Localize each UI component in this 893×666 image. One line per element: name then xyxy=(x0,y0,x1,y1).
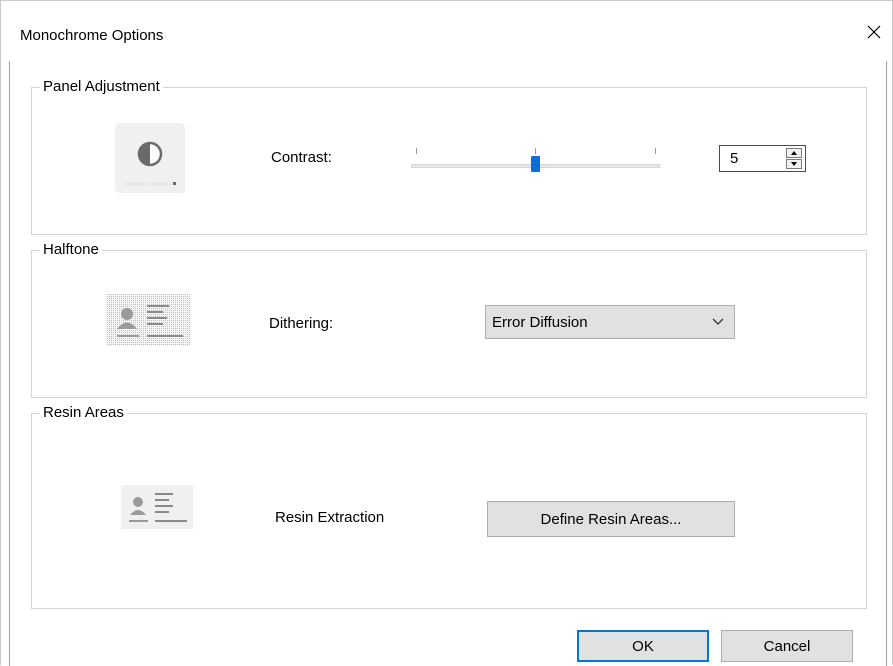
cancel-button[interactable]: Cancel xyxy=(721,630,853,662)
contrast-label: Contrast: xyxy=(271,149,332,166)
halftone-group-label: Halftone xyxy=(40,240,102,260)
slider-thumb[interactable] xyxy=(531,156,540,172)
arrow-up-icon xyxy=(791,151,797,155)
spin-up-button[interactable] xyxy=(786,148,802,158)
contrast-spinbox[interactable]: 5 xyxy=(719,145,806,172)
arrow-down-icon xyxy=(791,162,797,166)
resin-areas-group-label: Resin Areas xyxy=(40,403,127,423)
dialog-title: Monochrome Options xyxy=(20,27,164,44)
panel-adjustment-group-label: Panel Adjustment xyxy=(40,77,163,97)
monochrome-options-dialog: Monochrome Options Panel Adjustment Cont… xyxy=(0,0,893,666)
dithering-selected-value: Error Diffusion xyxy=(492,314,588,331)
slider-tick xyxy=(535,148,536,154)
spin-down-button[interactable] xyxy=(786,159,802,169)
dithering-dropdown[interactable]: Error Diffusion xyxy=(485,305,735,339)
contrast-icon xyxy=(115,123,185,193)
dithering-label: Dithering: xyxy=(269,315,334,332)
contrast-value[interactable]: 5 xyxy=(730,150,738,167)
ok-button[interactable]: OK xyxy=(577,630,709,662)
close-button[interactable] xyxy=(861,17,887,47)
chevron-down-icon xyxy=(712,318,724,325)
slider-tick xyxy=(416,148,417,154)
resin-extraction-label: Resin Extraction xyxy=(275,509,385,526)
define-resin-areas-button[interactable]: Define Resin Areas... xyxy=(487,501,735,537)
id-card-halftone-icon xyxy=(107,294,191,346)
slider-tick xyxy=(655,148,656,154)
id-card-icon xyxy=(121,485,193,529)
contrast-slider[interactable] xyxy=(411,146,661,174)
close-icon xyxy=(867,25,881,39)
